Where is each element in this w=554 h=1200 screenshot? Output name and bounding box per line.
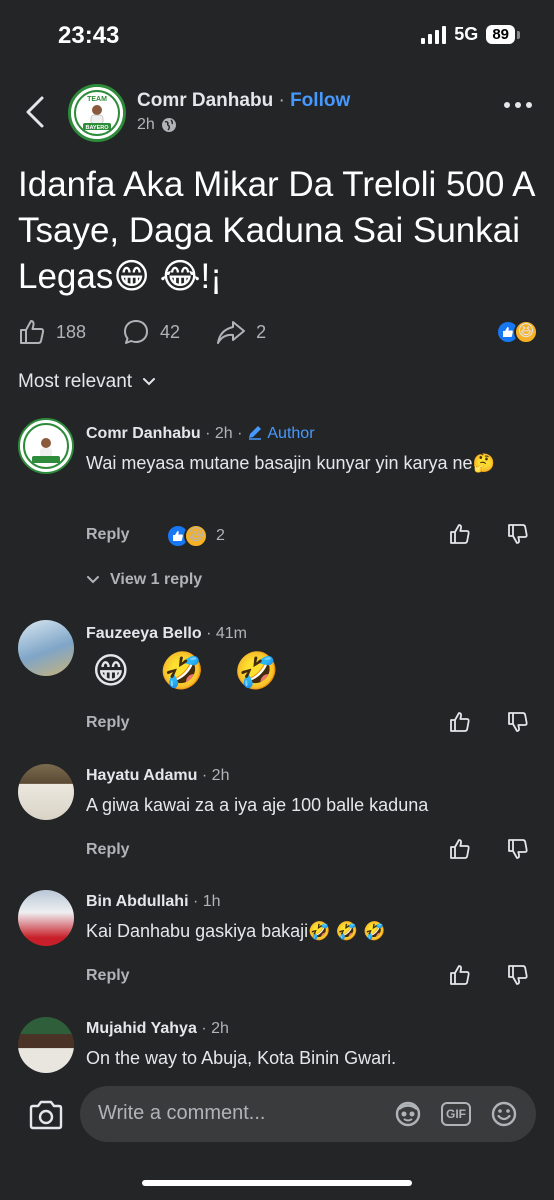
comment-button[interactable]: 42 (122, 318, 180, 346)
share-count: 2 (256, 321, 267, 342)
signal-icon (421, 25, 447, 44)
comment-input[interactable]: Write a comment... GIF (80, 1086, 536, 1142)
share-button[interactable]: 2 (216, 318, 266, 346)
comment-time: · 41m (206, 625, 247, 642)
reply-button[interactable]: Reply (86, 841, 130, 859)
page-logo[interactable]: TEAM BAYERO (68, 84, 126, 142)
upvote-icon[interactable] (448, 837, 472, 861)
comment-count: 42 (160, 321, 181, 342)
like-button[interactable]: 188 (18, 318, 86, 346)
camera-icon[interactable] (28, 1100, 64, 1130)
comment-time: · 2h · (205, 425, 243, 442)
commenter-name-line: Mujahid Yahya · 2h (86, 1020, 229, 1038)
gif-label: GIF (441, 1102, 471, 1126)
commenter-avatar[interactable] (18, 620, 74, 676)
commenter-name-line: Fauzeeya Bello · 41m (86, 625, 247, 643)
comment-text: A giwa kawai za a iya aje 100 balle kadu… (86, 795, 429, 815)
commenter-name[interactable]: Bin Abdullahi (86, 893, 189, 910)
sort-dropdown[interactable]: Most relevant (18, 371, 156, 393)
chevron-down-icon (143, 378, 156, 386)
downvote-icon[interactable] (506, 710, 530, 734)
comment-icon (124, 320, 149, 344)
downvote-icon[interactable] (506, 837, 530, 861)
back-arrow-icon[interactable] (22, 94, 50, 130)
upvote-icon[interactable] (448, 710, 472, 734)
post-time: 2h (137, 116, 155, 133)
thumbs-up-icon (20, 320, 45, 344)
author-separator: · (278, 90, 285, 111)
commenter-name[interactable]: Mujahid Yahya (86, 1020, 197, 1037)
view-replies-label: View 1 reply (110, 571, 203, 588)
vote-buttons (448, 522, 530, 546)
reply-button[interactable]: Reply (86, 714, 130, 732)
upvote-icon[interactable] (448, 522, 472, 546)
comment-input-placeholder: Write a comment... (98, 1102, 266, 1124)
pencil-icon (248, 426, 261, 440)
comment-text: Kai Danhabu gaskiya bakaji🤣 🤣 🤣 (86, 921, 386, 941)
reply-button[interactable]: Reply (86, 967, 130, 985)
laugh-reaction-icon: 😆 (184, 524, 208, 548)
comment-composer: Write a comment... GIF (0, 1080, 554, 1200)
status-icons: 5G 89 (421, 24, 520, 45)
comment-time: · 2h (201, 767, 230, 784)
avatar-sticker-icon[interactable] (392, 1100, 424, 1128)
share-icon (217, 321, 246, 344)
downvote-icon[interactable] (506, 963, 530, 987)
vote-buttons (448, 963, 530, 987)
commenter-name[interactable]: Fauzeeya Bello (86, 625, 202, 642)
downvote-icon[interactable] (506, 522, 530, 546)
upvote-icon[interactable] (448, 963, 472, 987)
post-meta: 2h (137, 116, 177, 134)
laugh-reaction-icon: 😆 (514, 320, 538, 344)
sort-label: Most relevant (18, 371, 133, 392)
comment-text: Wai meyasa mutane basajin kunyar yin kar… (86, 453, 495, 473)
post-header: TEAM BAYERO Comr Danhabu · Follow 2h (0, 80, 554, 144)
network-type: 5G (454, 24, 479, 44)
status-bar: 23:43 5G 89 (0, 0, 554, 72)
author-badge: Author (267, 425, 315, 442)
chevron-down-icon (87, 576, 99, 584)
reply-button[interactable]: Reply (86, 526, 130, 544)
follow-button[interactable]: Follow (290, 90, 350, 111)
commenter-name-line: Bin Abdullahi · 1h (86, 893, 221, 911)
home-indicator (142, 1180, 412, 1186)
comment-emoji-text: 😁 🤣 🤣 (92, 650, 290, 691)
commenter-name[interactable]: Hayatu Adamu (86, 767, 197, 784)
battery-tip (517, 30, 520, 39)
logo-top-text: TEAM (87, 96, 107, 103)
vote-buttons (448, 710, 530, 734)
emoji-icon[interactable] (488, 1100, 520, 1128)
logo-bottom-text: BAYERO (85, 125, 109, 131)
comment-time: · 1h (192, 893, 221, 910)
commenter-name-line: Hayatu Adamu · 2h (86, 767, 229, 785)
more-options-icon[interactable] (504, 102, 532, 108)
reaction-count: 2 (216, 527, 225, 544)
gif-icon[interactable]: GIF (440, 1100, 472, 1128)
battery-icon: 89 (486, 25, 515, 44)
like-count: 188 (56, 321, 87, 342)
post-author-line: Comr Danhabu · Follow (137, 90, 350, 112)
post-actions: 188 42 2 😆 (18, 316, 538, 348)
comment-time: · 2h (201, 1020, 229, 1037)
post-reactions[interactable]: 😆 (496, 320, 538, 344)
commenter-name[interactable]: Comr Danhabu (86, 425, 201, 442)
globe-icon (161, 118, 176, 132)
commenter-name-line: Comr Danhabu · 2h · Author (86, 424, 315, 443)
post-author-name[interactable]: Comr Danhabu (137, 90, 273, 111)
commenter-avatar[interactable] (18, 418, 74, 474)
comment-text: On the way to Abuja, Kota Binin Gwari. (86, 1048, 397, 1068)
view-replies-button[interactable]: View 1 reply (86, 571, 202, 589)
commenter-avatar[interactable] (18, 890, 74, 946)
post-text: Idanfa Aka Mikar Da Treloli 500 A Tsaye,… (18, 165, 534, 296)
commenter-avatar[interactable] (18, 1017, 74, 1073)
comment-reactions[interactable]: 😆 2 (166, 524, 225, 548)
status-time: 23:43 (58, 22, 120, 49)
vote-buttons (448, 837, 530, 861)
commenter-avatar[interactable] (18, 764, 74, 820)
